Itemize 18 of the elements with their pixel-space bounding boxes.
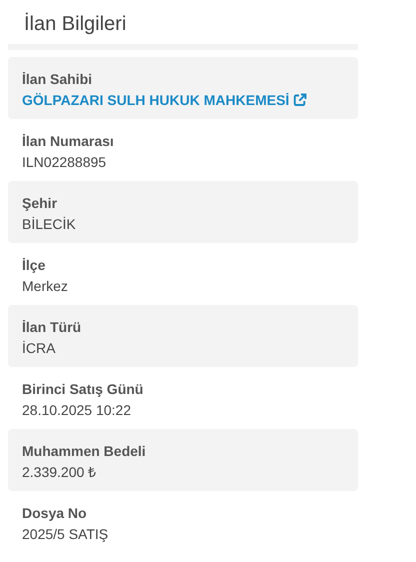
section-title: İlan Bilgileri (24, 12, 128, 37)
field-label: Birinci Satış Günü (22, 380, 144, 398)
owner-link[interactable]: GÖLPAZARI SULH HUKUK MAHKEMESİ (22, 91, 308, 109)
field-value: 2.339.200 ₺ (22, 463, 98, 481)
field-value: ILN02288895 (22, 153, 108, 171)
field-label: İlçe (22, 256, 46, 274)
field-label: Muhammen Bedeli (22, 442, 147, 460)
field-label: İlan Sahibi (22, 70, 94, 88)
field-value: 28.10.2025 10:22 (22, 401, 132, 419)
field-value: İCRA (22, 339, 56, 357)
field-value: 2025/5 SATIŞ (22, 525, 110, 543)
external-link-icon (293, 93, 308, 107)
field-label: Dosya No (22, 504, 88, 522)
field-label: İlan Türü (22, 318, 82, 336)
field-value: Merkez (22, 277, 69, 295)
field-value: BİLECİK (22, 215, 77, 233)
field-label: Şehir (22, 194, 58, 212)
field-label: İlan Numarası (22, 132, 115, 150)
